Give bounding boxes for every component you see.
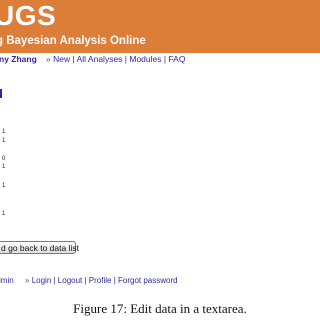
footer-profile-link[interactable]: Profile [89,276,112,285]
top-nav: ny Zhang » New | All Analyses | Modules … [0,53,320,66]
nav-new-link[interactable]: New [53,54,70,64]
footer-separator: » [25,276,30,285]
footer-nav: lmin » Login | Logout | Profile | Forgot… [0,275,320,287]
user-name[interactable]: ny Zhang [0,53,37,66]
nav-links: » New | All Analyses | Modules | FAQ [46,54,186,64]
nav-separator: » [46,54,51,64]
data-textarea[interactable]: 1 1 0 1 1 1 [0,118,320,228]
data-rows: 1 1 0 1 1 1 [0,118,320,228]
back-to-data-list-button[interactable]: d go back to data list [0,241,79,254]
data-row: 1 [2,211,6,217]
figure-caption: Figure 17: Edit data in a textarea. [73,301,247,316]
footer-links: » Login | Logout | Profile | Forgot pass… [25,276,178,285]
data-row: 1 [2,183,6,189]
data-row: 1 [2,138,6,144]
footer-admin-link[interactable]: lmin [0,275,14,287]
header-banner: UGS g Bayesian Analysis Online [0,0,320,53]
footer-login-link[interactable]: Login [32,276,52,285]
nav-all-analyses-link[interactable]: All Analyses [77,54,123,64]
nav-faq-link[interactable]: FAQ [168,54,185,64]
footer-logout-link[interactable]: Logout [58,276,82,285]
app-logo[interactable]: UGS [0,1,56,31]
footer-forgot-password-link[interactable]: Forgot password [118,276,178,285]
heading-fragment [0,89,2,98]
data-row: 1 [2,129,6,135]
data-row: 1 [2,164,6,170]
app-tagline: g Bayesian Analysis Online [0,35,146,47]
nav-modules-link[interactable]: Modules [129,54,161,64]
data-row: 0 [2,156,6,162]
